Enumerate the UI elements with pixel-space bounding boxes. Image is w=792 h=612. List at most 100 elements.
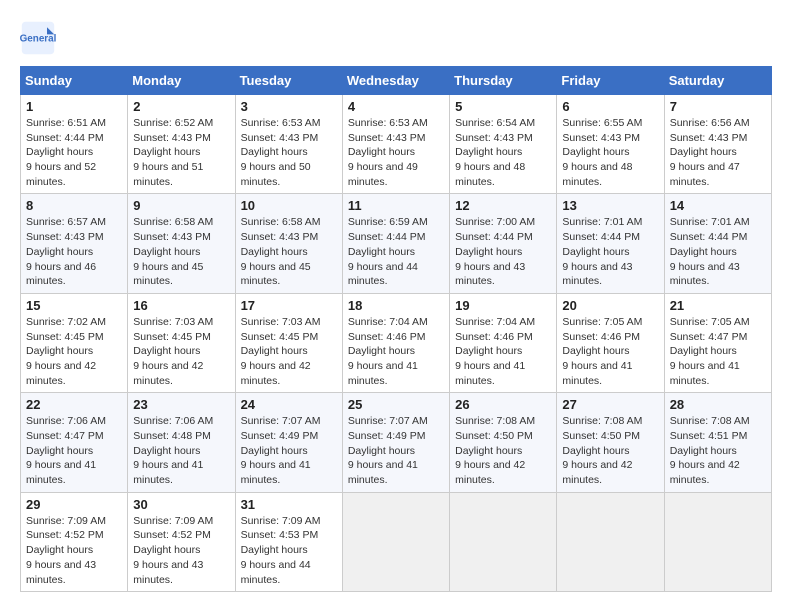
day-number: 18 bbox=[348, 298, 444, 313]
day-info: Sunrise: 7:04 AM Sunset: 4:46 PM Dayligh… bbox=[348, 315, 444, 388]
calendar-cell: 1 Sunrise: 6:51 AM Sunset: 4:44 PM Dayli… bbox=[21, 95, 128, 194]
day-number: 29 bbox=[26, 497, 122, 512]
calendar-cell: 25 Sunrise: 7:07 AM Sunset: 4:49 PM Dayl… bbox=[342, 393, 449, 492]
day-info: Sunrise: 7:01 AM Sunset: 4:44 PM Dayligh… bbox=[670, 215, 766, 288]
day-info: Sunrise: 7:09 AM Sunset: 4:53 PM Dayligh… bbox=[241, 514, 337, 587]
day-number: 23 bbox=[133, 397, 229, 412]
day-info: Sunrise: 7:08 AM Sunset: 4:50 PM Dayligh… bbox=[455, 414, 551, 487]
day-number: 10 bbox=[241, 198, 337, 213]
calendar-cell: 4 Sunrise: 6:53 AM Sunset: 4:43 PM Dayli… bbox=[342, 95, 449, 194]
day-number: 1 bbox=[26, 99, 122, 114]
calendar-cell: 15 Sunrise: 7:02 AM Sunset: 4:45 PM Dayl… bbox=[21, 293, 128, 392]
calendar-cell: 16 Sunrise: 7:03 AM Sunset: 4:45 PM Dayl… bbox=[128, 293, 235, 392]
day-number: 31 bbox=[241, 497, 337, 512]
day-number: 7 bbox=[670, 99, 766, 114]
day-info: Sunrise: 6:53 AM Sunset: 4:43 PM Dayligh… bbox=[348, 116, 444, 189]
calendar-header-row: SundayMondayTuesdayWednesdayThursdayFrid… bbox=[21, 67, 772, 95]
day-number: 14 bbox=[670, 198, 766, 213]
weekday-header-saturday: Saturday bbox=[664, 67, 771, 95]
day-number: 8 bbox=[26, 198, 122, 213]
calendar-cell: 26 Sunrise: 7:08 AM Sunset: 4:50 PM Dayl… bbox=[450, 393, 557, 492]
day-number: 12 bbox=[455, 198, 551, 213]
day-number: 4 bbox=[348, 99, 444, 114]
day-info: Sunrise: 6:55 AM Sunset: 4:43 PM Dayligh… bbox=[562, 116, 658, 189]
calendar-cell: 27 Sunrise: 7:08 AM Sunset: 4:50 PM Dayl… bbox=[557, 393, 664, 492]
calendar-cell: 5 Sunrise: 6:54 AM Sunset: 4:43 PM Dayli… bbox=[450, 95, 557, 194]
day-number: 5 bbox=[455, 99, 551, 114]
day-info: Sunrise: 6:59 AM Sunset: 4:44 PM Dayligh… bbox=[348, 215, 444, 288]
day-number: 11 bbox=[348, 198, 444, 213]
day-info: Sunrise: 7:03 AM Sunset: 4:45 PM Dayligh… bbox=[241, 315, 337, 388]
day-number: 9 bbox=[133, 198, 229, 213]
day-info: Sunrise: 7:03 AM Sunset: 4:45 PM Dayligh… bbox=[133, 315, 229, 388]
calendar-cell: 22 Sunrise: 7:06 AM Sunset: 4:47 PM Dayl… bbox=[21, 393, 128, 492]
day-info: Sunrise: 6:52 AM Sunset: 4:43 PM Dayligh… bbox=[133, 116, 229, 189]
calendar-cell: 30 Sunrise: 7:09 AM Sunset: 4:52 PM Dayl… bbox=[128, 492, 235, 591]
calendar-cell: 18 Sunrise: 7:04 AM Sunset: 4:46 PM Dayl… bbox=[342, 293, 449, 392]
day-info: Sunrise: 6:54 AM Sunset: 4:43 PM Dayligh… bbox=[455, 116, 551, 189]
calendar-cell: 20 Sunrise: 7:05 AM Sunset: 4:46 PM Dayl… bbox=[557, 293, 664, 392]
day-info: Sunrise: 7:05 AM Sunset: 4:47 PM Dayligh… bbox=[670, 315, 766, 388]
day-number: 22 bbox=[26, 397, 122, 412]
day-info: Sunrise: 6:53 AM Sunset: 4:43 PM Dayligh… bbox=[241, 116, 337, 189]
calendar-cell bbox=[342, 492, 449, 591]
weekday-header-tuesday: Tuesday bbox=[235, 67, 342, 95]
day-info: Sunrise: 7:02 AM Sunset: 4:45 PM Dayligh… bbox=[26, 315, 122, 388]
calendar-cell: 31 Sunrise: 7:09 AM Sunset: 4:53 PM Dayl… bbox=[235, 492, 342, 591]
calendar-cell: 11 Sunrise: 6:59 AM Sunset: 4:44 PM Dayl… bbox=[342, 194, 449, 293]
day-info: Sunrise: 7:05 AM Sunset: 4:46 PM Dayligh… bbox=[562, 315, 658, 388]
calendar-cell: 8 Sunrise: 6:57 AM Sunset: 4:43 PM Dayli… bbox=[21, 194, 128, 293]
calendar-cell: 24 Sunrise: 7:07 AM Sunset: 4:49 PM Dayl… bbox=[235, 393, 342, 492]
page-header: General bbox=[20, 20, 772, 56]
day-number: 24 bbox=[241, 397, 337, 412]
day-info: Sunrise: 7:08 AM Sunset: 4:50 PM Dayligh… bbox=[562, 414, 658, 487]
day-info: Sunrise: 6:51 AM Sunset: 4:44 PM Dayligh… bbox=[26, 116, 122, 189]
day-number: 13 bbox=[562, 198, 658, 213]
calendar-cell: 13 Sunrise: 7:01 AM Sunset: 4:44 PM Dayl… bbox=[557, 194, 664, 293]
day-number: 6 bbox=[562, 99, 658, 114]
calendar-cell: 23 Sunrise: 7:06 AM Sunset: 4:48 PM Dayl… bbox=[128, 393, 235, 492]
calendar-cell: 21 Sunrise: 7:05 AM Sunset: 4:47 PM Dayl… bbox=[664, 293, 771, 392]
calendar-table: SundayMondayTuesdayWednesdayThursdayFrid… bbox=[20, 66, 772, 592]
day-number: 30 bbox=[133, 497, 229, 512]
day-number: 16 bbox=[133, 298, 229, 313]
calendar-cell: 7 Sunrise: 6:56 AM Sunset: 4:43 PM Dayli… bbox=[664, 95, 771, 194]
day-number: 3 bbox=[241, 99, 337, 114]
day-info: Sunrise: 6:57 AM Sunset: 4:43 PM Dayligh… bbox=[26, 215, 122, 288]
calendar-cell: 17 Sunrise: 7:03 AM Sunset: 4:45 PM Dayl… bbox=[235, 293, 342, 392]
calendar-cell bbox=[450, 492, 557, 591]
day-number: 25 bbox=[348, 397, 444, 412]
day-info: Sunrise: 7:06 AM Sunset: 4:47 PM Dayligh… bbox=[26, 414, 122, 487]
day-info: Sunrise: 7:08 AM Sunset: 4:51 PM Dayligh… bbox=[670, 414, 766, 487]
day-info: Sunrise: 7:00 AM Sunset: 4:44 PM Dayligh… bbox=[455, 215, 551, 288]
calendar-cell bbox=[664, 492, 771, 591]
day-number: 21 bbox=[670, 298, 766, 313]
weekday-header-friday: Friday bbox=[557, 67, 664, 95]
weekday-header-wednesday: Wednesday bbox=[342, 67, 449, 95]
day-number: 19 bbox=[455, 298, 551, 313]
weekday-header-monday: Monday bbox=[128, 67, 235, 95]
day-number: 20 bbox=[562, 298, 658, 313]
day-info: Sunrise: 7:09 AM Sunset: 4:52 PM Dayligh… bbox=[26, 514, 122, 587]
calendar-cell: 29 Sunrise: 7:09 AM Sunset: 4:52 PM Dayl… bbox=[21, 492, 128, 591]
svg-text:General: General bbox=[20, 34, 56, 45]
day-info: Sunrise: 6:56 AM Sunset: 4:43 PM Dayligh… bbox=[670, 116, 766, 189]
day-info: Sunrise: 7:07 AM Sunset: 4:49 PM Dayligh… bbox=[348, 414, 444, 487]
calendar-cell: 9 Sunrise: 6:58 AM Sunset: 4:43 PM Dayli… bbox=[128, 194, 235, 293]
calendar-cell bbox=[557, 492, 664, 591]
calendar-cell: 19 Sunrise: 7:04 AM Sunset: 4:46 PM Dayl… bbox=[450, 293, 557, 392]
day-info: Sunrise: 7:06 AM Sunset: 4:48 PM Dayligh… bbox=[133, 414, 229, 487]
weekday-header-thursday: Thursday bbox=[450, 67, 557, 95]
day-info: Sunrise: 7:04 AM Sunset: 4:46 PM Dayligh… bbox=[455, 315, 551, 388]
day-number: 27 bbox=[562, 397, 658, 412]
day-info: Sunrise: 7:01 AM Sunset: 4:44 PM Dayligh… bbox=[562, 215, 658, 288]
logo-icon: General bbox=[20, 20, 56, 56]
day-number: 2 bbox=[133, 99, 229, 114]
calendar-cell: 14 Sunrise: 7:01 AM Sunset: 4:44 PM Dayl… bbox=[664, 194, 771, 293]
calendar-cell: 6 Sunrise: 6:55 AM Sunset: 4:43 PM Dayli… bbox=[557, 95, 664, 194]
weekday-header-sunday: Sunday bbox=[21, 67, 128, 95]
logo: General bbox=[20, 20, 60, 56]
day-info: Sunrise: 7:07 AM Sunset: 4:49 PM Dayligh… bbox=[241, 414, 337, 487]
calendar-cell: 10 Sunrise: 6:58 AM Sunset: 4:43 PM Dayl… bbox=[235, 194, 342, 293]
calendar-cell: 12 Sunrise: 7:00 AM Sunset: 4:44 PM Dayl… bbox=[450, 194, 557, 293]
